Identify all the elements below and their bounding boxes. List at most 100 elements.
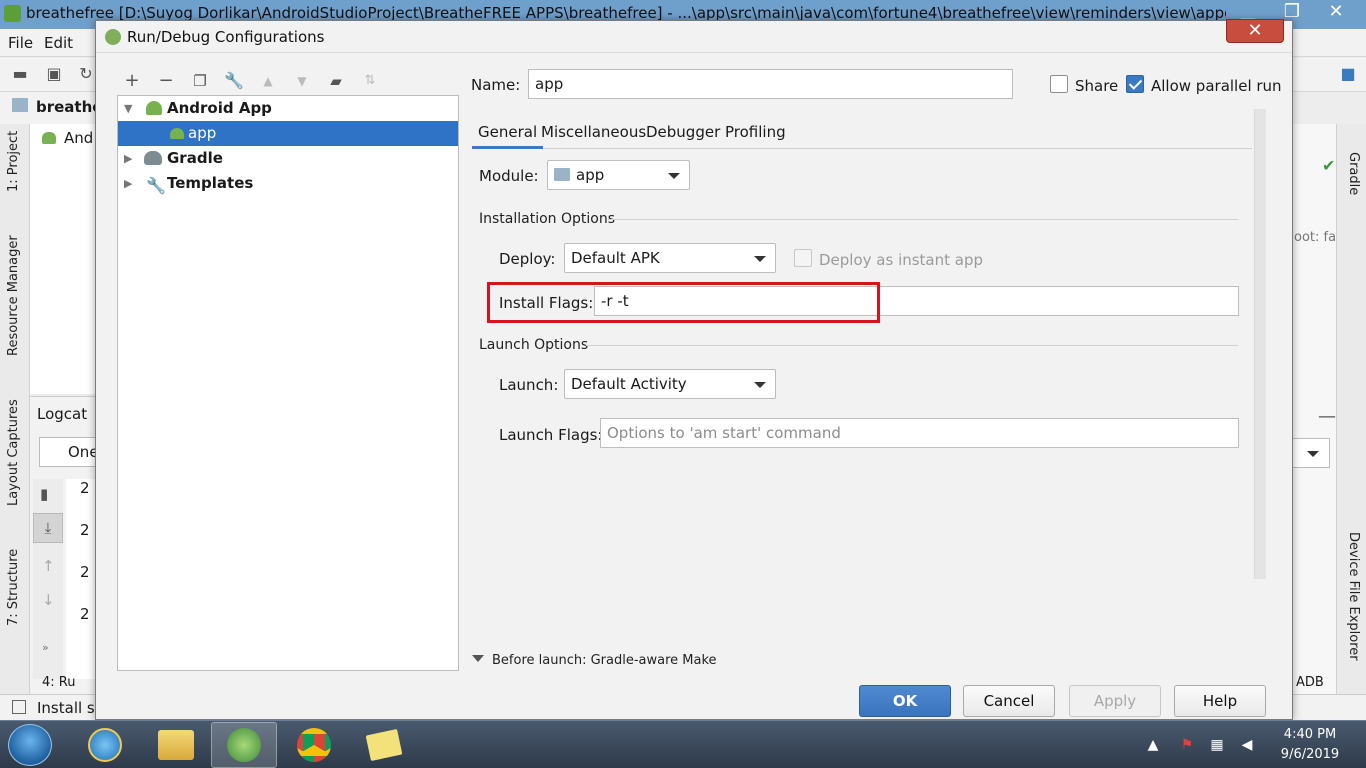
trash-icon[interactable]: ▮ bbox=[40, 485, 48, 503]
tab-resource-manager[interactable]: Resource Manager bbox=[6, 235, 21, 356]
collapse-icon[interactable]: — bbox=[1318, 406, 1336, 427]
move-down-icon[interactable]: ▼ bbox=[290, 69, 314, 93]
taskbar-internet-explorer[interactable] bbox=[72, 722, 138, 768]
volume-icon[interactable]: ◀ bbox=[1238, 736, 1256, 754]
before-launch-section[interactable]: Before launch: Gradle-aware Make bbox=[472, 653, 1252, 669]
tree-item-gradle[interactable]: ▶ Gradle bbox=[118, 146, 458, 171]
android-icon bbox=[170, 128, 184, 139]
section-divider bbox=[608, 219, 1238, 220]
account-icon[interactable]: ■ bbox=[1338, 64, 1358, 84]
remove-icon[interactable]: − bbox=[154, 69, 178, 93]
add-icon[interactable]: + bbox=[120, 69, 144, 93]
name-input[interactable]: app bbox=[528, 69, 1013, 99]
module-value: app bbox=[576, 166, 605, 184]
log-line: 2 bbox=[80, 479, 90, 497]
up-arrow-icon[interactable]: ↑ bbox=[42, 557, 55, 575]
more-icon[interactable]: » bbox=[42, 641, 49, 654]
module-select[interactable]: app bbox=[547, 160, 690, 190]
save-icon[interactable]: ▣ bbox=[44, 64, 64, 84]
taskbar-sticky-notes[interactable] bbox=[351, 722, 417, 768]
ok-button[interactable]: OK bbox=[859, 685, 951, 717]
content-scrollbar[interactable] bbox=[1254, 109, 1266, 579]
down-arrow-icon[interactable]: ↓ bbox=[42, 591, 55, 609]
menu-file[interactable]: File bbox=[8, 34, 33, 52]
clock-time[interactable]: 4:40 PM bbox=[1270, 727, 1350, 742]
module-folder-icon bbox=[554, 168, 570, 181]
windows-start-icon[interactable] bbox=[8, 724, 52, 766]
network-icon[interactable]: ▦ bbox=[1208, 736, 1226, 754]
logcat-title: Logcat bbox=[37, 405, 88, 423]
move-up-icon[interactable]: ▲ bbox=[256, 69, 280, 93]
tree-item-label: app bbox=[188, 124, 217, 142]
action-center-icon[interactable]: ⚑ bbox=[1178, 736, 1196, 754]
launch-select[interactable]: Default Activity bbox=[564, 369, 776, 399]
taskbar-chrome[interactable] bbox=[281, 722, 347, 768]
launch-flags-label: Launch Flags: bbox=[499, 426, 603, 444]
scroll-to-end-icon[interactable]: ⤓ bbox=[33, 513, 63, 543]
wrench-icon[interactable]: 🔧 bbox=[222, 69, 246, 93]
tree-item-android-app[interactable]: ▼ Android App bbox=[118, 96, 458, 121]
taskbar-file-explorer[interactable] bbox=[143, 722, 209, 768]
ide-breadcrumb: breathe bbox=[0, 92, 102, 124]
project-folder-icon bbox=[12, 98, 28, 112]
tab-debugger[interactable]: Debugger bbox=[640, 119, 726, 149]
new-folder-icon[interactable]: ▰ bbox=[324, 69, 348, 93]
copy-icon[interactable]: ❐ bbox=[188, 69, 212, 93]
android-studio-icon bbox=[105, 29, 121, 45]
tree-item-label: Gradle bbox=[167, 149, 223, 167]
tab-gradle[interactable]: Gradle bbox=[1346, 152, 1361, 195]
chevron-down-icon bbox=[754, 256, 766, 262]
configuration-tree: ▼ Android App app ▶ Gradle ▶ 🔧 Templates bbox=[117, 95, 459, 671]
menu-edit[interactable]: Edit bbox=[44, 34, 73, 52]
launch-label: Launch: bbox=[499, 376, 559, 394]
project-item[interactable]: And bbox=[64, 129, 93, 147]
deploy-select[interactable]: Default APK bbox=[564, 243, 776, 273]
tab-profiling[interactable]: Profiling bbox=[719, 119, 792, 149]
internet-explorer-icon bbox=[88, 728, 122, 762]
expanded-arrow-icon[interactable]: ▼ bbox=[124, 96, 132, 121]
logcat-actions: ▮ ⤓ ↑ ↓ » bbox=[33, 479, 63, 679]
check-icon: ✔ bbox=[1322, 156, 1336, 175]
tab-miscellaneous[interactable]: Miscellaneous bbox=[535, 119, 652, 149]
project-name[interactable]: breathe bbox=[36, 98, 102, 116]
tree-item-app[interactable]: app bbox=[118, 121, 458, 146]
close-button[interactable]: ✕ bbox=[1226, 19, 1284, 43]
chevron-down-icon bbox=[668, 173, 680, 179]
cancel-button[interactable]: Cancel bbox=[963, 685, 1055, 717]
collapsed-arrow-icon[interactable]: ▶ bbox=[124, 171, 132, 196]
ide-close-icon[interactable]: ✕ bbox=[1314, 0, 1358, 22]
before-launch-label: Before launch: Gradle-aware Make bbox=[492, 653, 717, 668]
share-label: Share bbox=[1075, 77, 1119, 95]
open-folder-icon[interactable]: ▬ bbox=[10, 64, 30, 84]
right-combo[interactable] bbox=[1290, 438, 1330, 468]
adb-label[interactable]: ADB bbox=[1296, 675, 1324, 690]
chrome-icon bbox=[297, 728, 331, 762]
tree-item-label: Android App bbox=[167, 99, 272, 117]
system-tray: ▲ ⚑ ▦ ◀ 4:40 PM 9/6/2019 bbox=[1140, 721, 1366, 768]
deploy-instant-app-label: Deploy as instant app bbox=[819, 251, 984, 269]
tab-project[interactable]: 1: Project bbox=[6, 131, 21, 192]
tab-general[interactable]: General bbox=[472, 119, 544, 149]
tab-layout-captures[interactable]: Layout Captures bbox=[6, 399, 21, 506]
show-hidden-icons[interactable]: ▲ bbox=[1144, 736, 1162, 754]
tab-structure[interactable]: 7: Structure bbox=[6, 549, 21, 626]
run-tab[interactable]: 4: Ru bbox=[42, 675, 75, 690]
launch-options-title: Launch Options bbox=[479, 337, 589, 353]
editor-right-edge: oot: fa ✔ — bbox=[1290, 124, 1336, 694]
collapsed-arrow-icon[interactable]: ▶ bbox=[124, 146, 132, 171]
android-studio-icon bbox=[227, 728, 261, 762]
taskbar-android-studio[interactable] bbox=[211, 722, 277, 768]
sync-icon[interactable]: ↻ bbox=[76, 64, 96, 84]
tree-item-templates[interactable]: ▶ 🔧 Templates bbox=[118, 171, 458, 196]
deploy-instant-app-checkbox[interactable] bbox=[794, 249, 812, 267]
apply-button[interactable]: Apply bbox=[1069, 685, 1161, 717]
clock-date[interactable]: 9/6/2019 bbox=[1270, 747, 1350, 762]
launch-flags-input[interactable]: Options to 'am start' command bbox=[600, 418, 1239, 448]
status-panel-icon[interactable] bbox=[12, 700, 26, 714]
allow-parallel-run-checkbox[interactable] bbox=[1126, 75, 1144, 93]
wrench-icon: 🔧 bbox=[146, 176, 166, 195]
help-button[interactable]: Help bbox=[1174, 685, 1266, 717]
sort-icon[interactable]: ⇅ bbox=[358, 69, 382, 93]
share-checkbox[interactable] bbox=[1050, 75, 1068, 93]
tab-device-file-explorer[interactable]: Device File Explorer bbox=[1346, 532, 1361, 661]
